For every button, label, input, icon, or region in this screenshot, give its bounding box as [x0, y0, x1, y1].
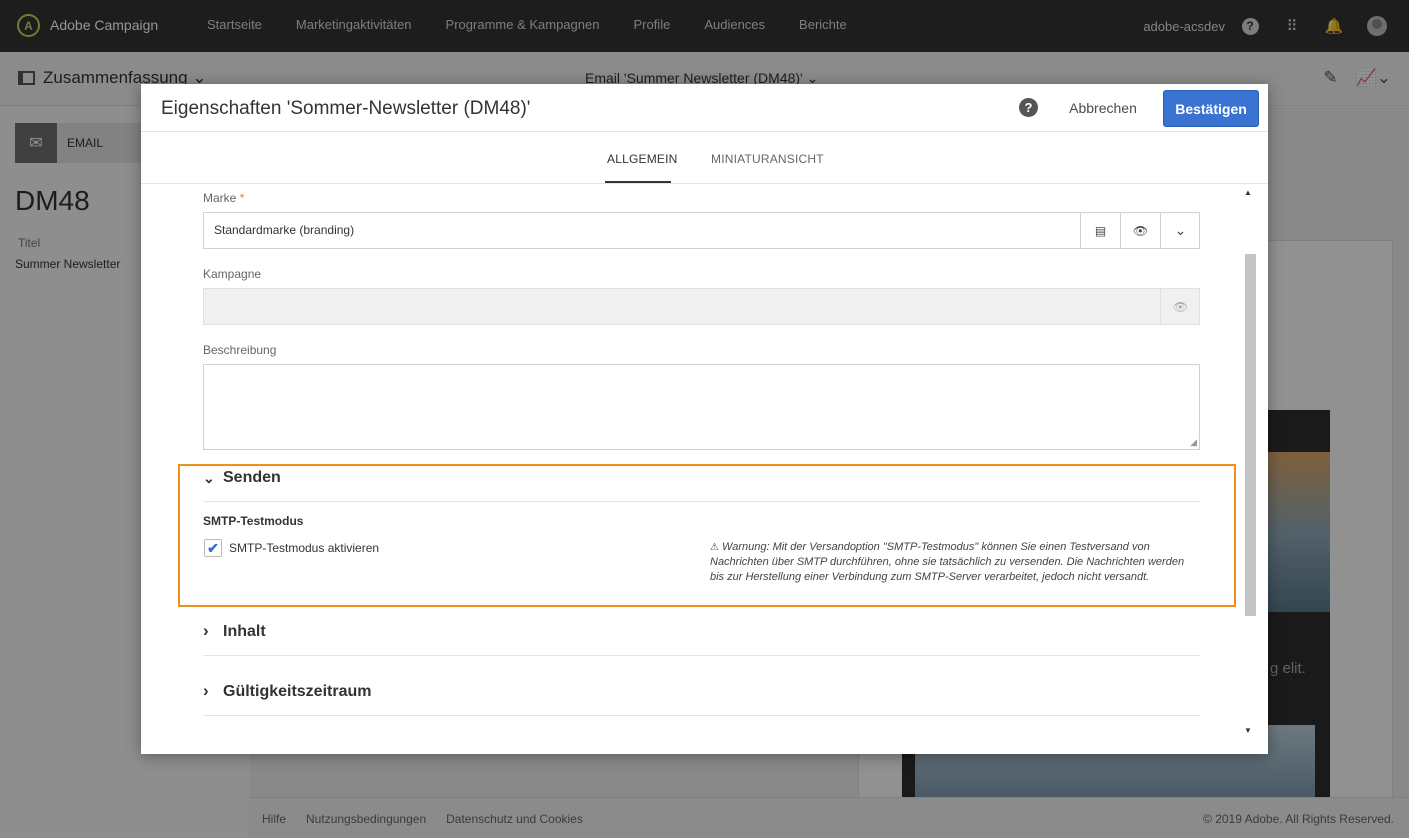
warning-icon: ⚠ [710, 542, 719, 553]
required-marker: * [239, 191, 245, 205]
folder-icon[interactable]: ▤ [1080, 213, 1120, 248]
confirm-button[interactable]: Bestätigen [1163, 90, 1259, 127]
brand-label: Marke * [203, 191, 244, 205]
chevron-down-icon: ⌄ [203, 470, 215, 486]
smtp-test-mode-checkbox[interactable]: ✔ [204, 539, 222, 557]
dialog-title: Eigenschaften 'Sommer-Newsletter (DM48)' [161, 98, 531, 119]
chevron-down-icon[interactable]: ⌄ [1160, 213, 1200, 248]
resize-handle-icon[interactable]: ◢ [1190, 437, 1197, 448]
active-tab-indicator [605, 181, 671, 183]
dialog-help-icon[interactable]: ? [1019, 98, 1038, 117]
smtp-test-mode-label[interactable]: SMTP-Testmodus aktivieren [229, 541, 379, 555]
campaign-label: Kampagne [203, 267, 262, 281]
section-validity-title: Gültigkeitszeitraum [223, 683, 372, 700]
checkmark-icon: ✔ [207, 539, 219, 556]
cancel-button[interactable]: Abbrechen [1059, 91, 1147, 125]
properties-dialog: Eigenschaften 'Sommer-Newsletter (DM48)'… [141, 84, 1268, 754]
scroll-up-arrow-icon[interactable]: ▲ [1244, 188, 1252, 197]
dialog-tabs: ALLGEMEIN MINIATURANSICHT [141, 132, 1268, 184]
dialog-header: Eigenschaften 'Sommer-Newsletter (DM48)'… [141, 84, 1268, 132]
description-label: Beschreibung [203, 343, 277, 357]
description-textarea[interactable]: ◢ [203, 364, 1200, 450]
chevron-right-icon: › [203, 681, 209, 700]
brand-select[interactable]: Standardmarke (branding) ▤ 👁 ⌄ [203, 212, 1200, 249]
section-send-header[interactable]: ⌄ Senden [203, 462, 1200, 502]
smtp-warning: ⚠ Warnung: Mit der Versandoption "SMTP-T… [710, 540, 1200, 585]
smtp-warning-text: Warnung: Mit der Versandoption "SMTP-Tes… [710, 541, 1185, 583]
section-send-title: Senden [223, 469, 281, 486]
scrollbar-thumb[interactable] [1245, 254, 1256, 616]
chevron-right-icon: › [203, 621, 209, 640]
campaign-eye-icon: 👁 [1160, 289, 1200, 324]
eye-icon[interactable]: 👁 [1120, 213, 1160, 248]
section-validity-header[interactable]: › Gültigkeitszeitraum [203, 676, 1200, 716]
section-content-title: Inhalt [223, 623, 266, 640]
section-content-header[interactable]: › Inhalt [203, 616, 1200, 656]
campaign-field: 👁 [203, 288, 1200, 325]
tab-allgemein[interactable]: ALLGEMEIN [607, 152, 678, 166]
brand-value: Standardmarke (branding) [214, 223, 355, 237]
scroll-down-arrow-icon[interactable]: ▼ [1244, 726, 1252, 735]
smtp-test-mode-heading: SMTP-Testmodus [203, 514, 304, 528]
tab-miniaturansicht[interactable]: MINIATURANSICHT [711, 152, 824, 166]
brand-label-text: Marke [203, 191, 237, 205]
